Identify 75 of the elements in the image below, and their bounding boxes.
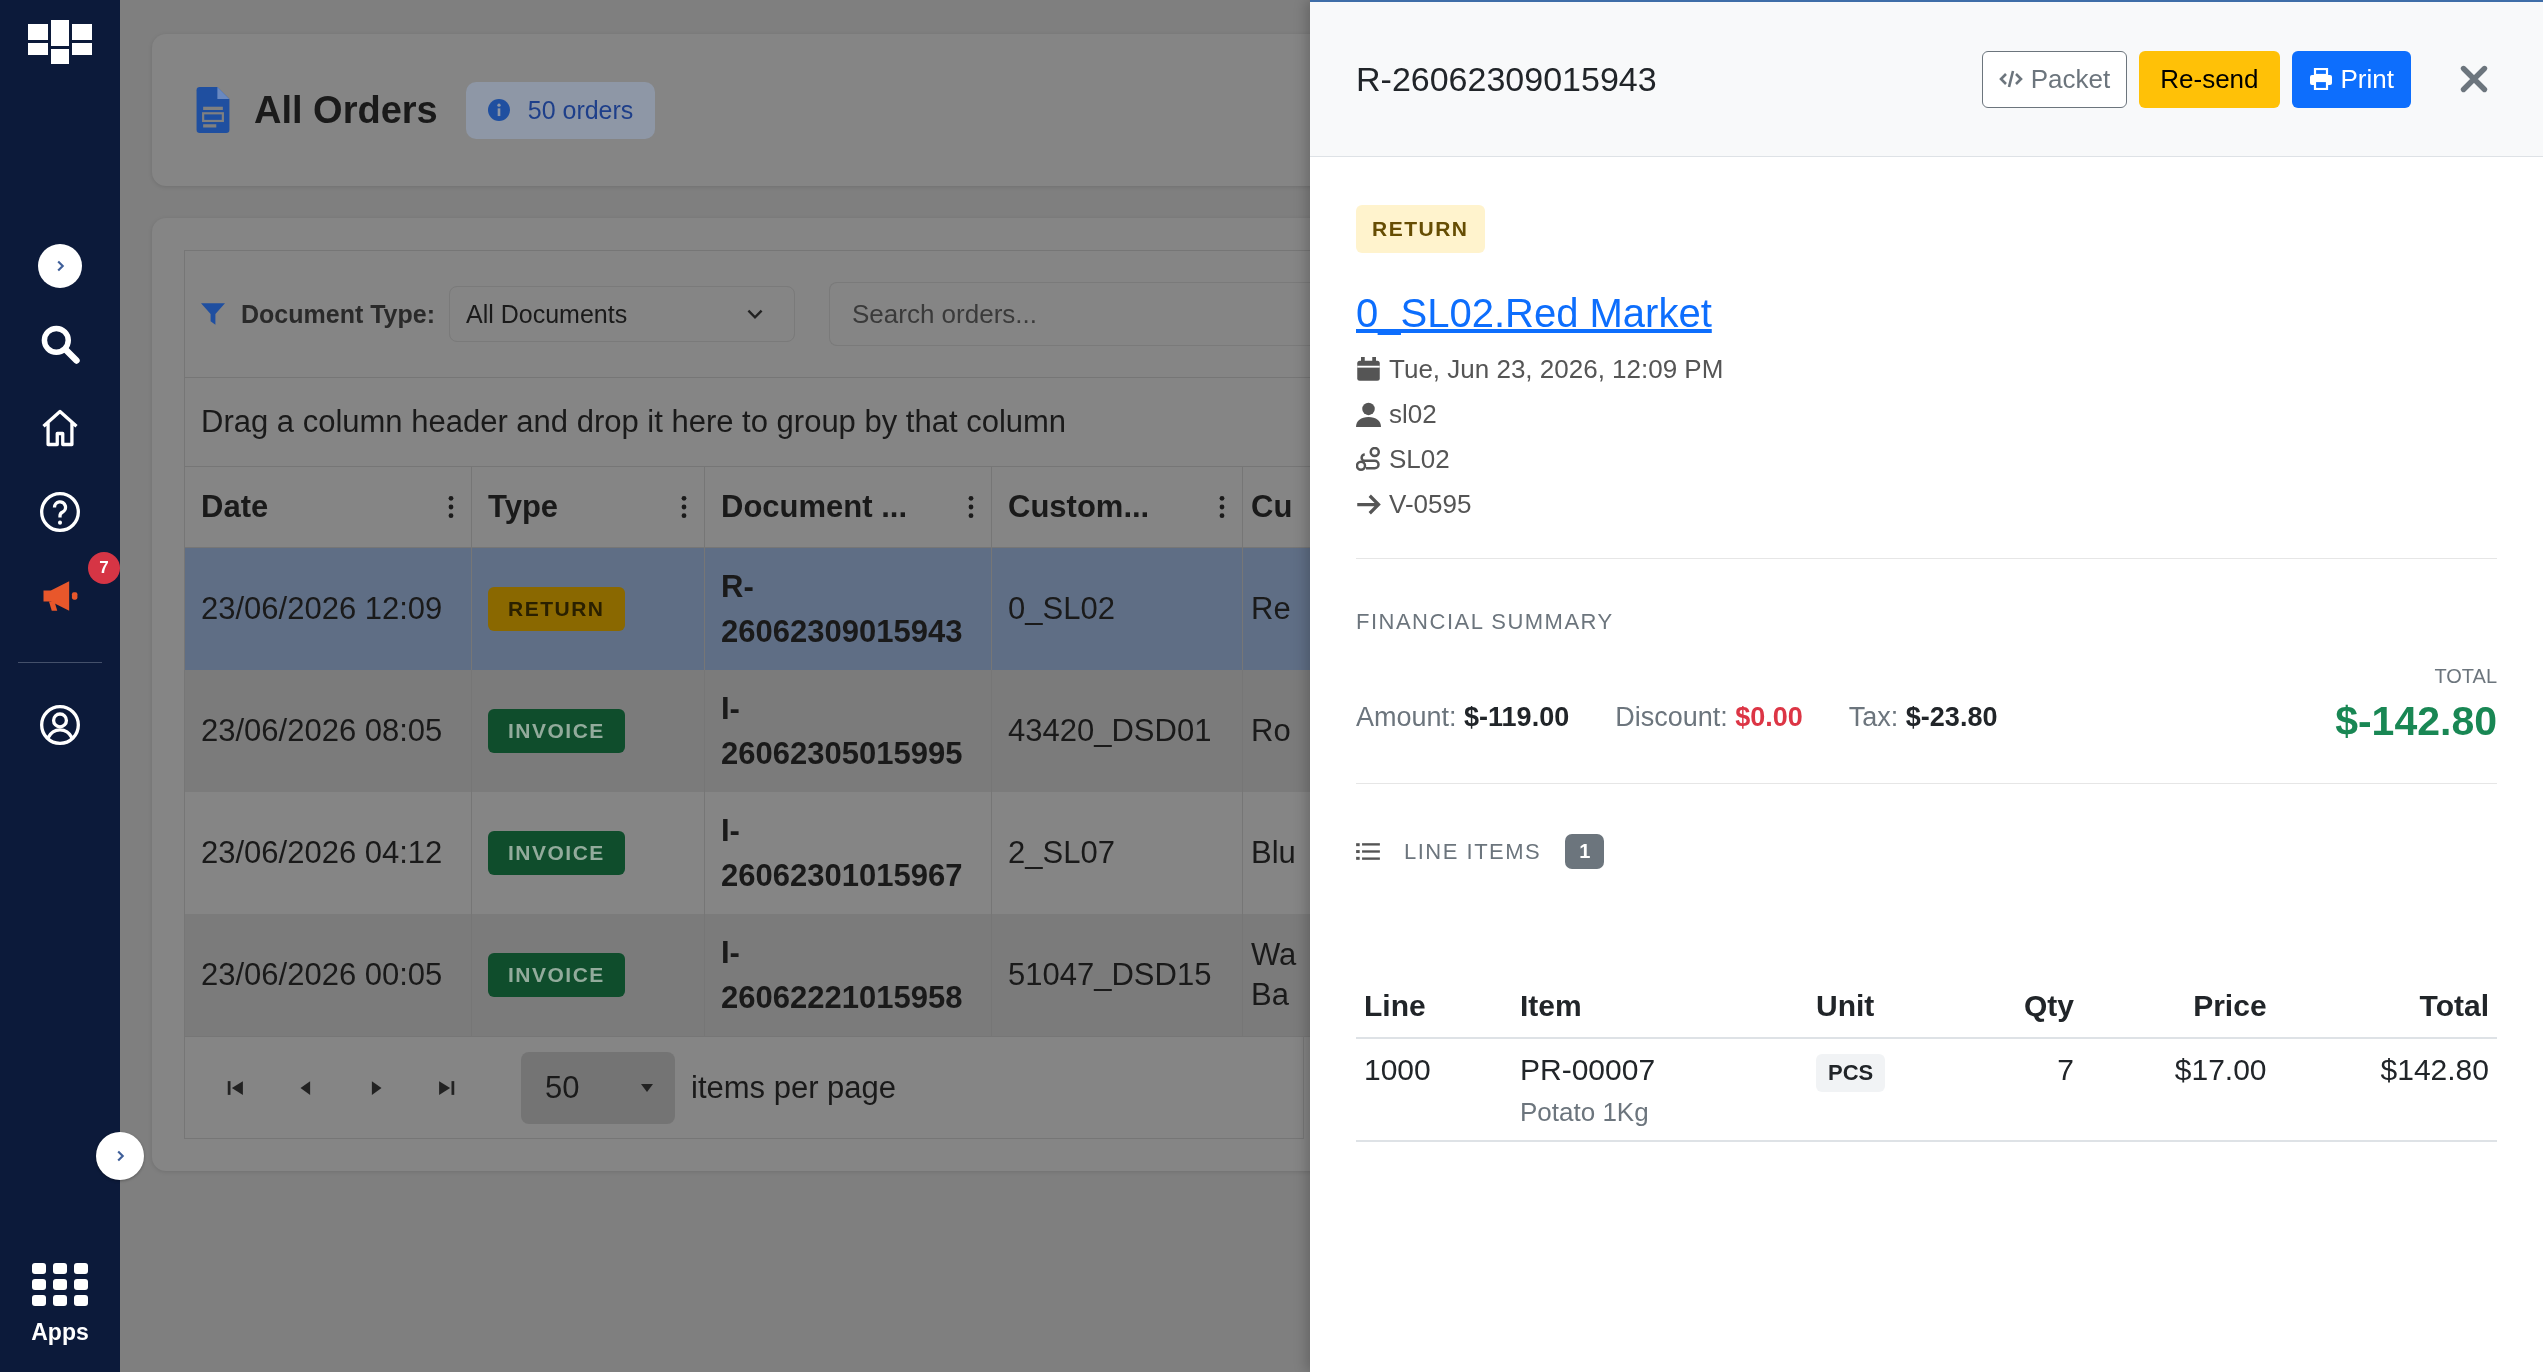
item-description: Potato 1Kg — [1520, 1097, 1650, 1128]
tax-text: Tax: $-23.80 — [1848, 702, 1998, 733]
list-icon — [1356, 842, 1380, 861]
type-badge: INVOICE — [488, 953, 625, 997]
section-title: LINE ITEMS — [1404, 838, 1542, 865]
column-menu-icon[interactable] — [680, 494, 688, 520]
page-title: All Orders — [254, 88, 438, 132]
order-count-badge: 50 orders — [465, 81, 656, 139]
discount-text: Discount: $0.00 — [1615, 702, 1803, 733]
column-menu-icon[interactable] — [447, 494, 455, 520]
apps-label[interactable]: Apps — [31, 1319, 89, 1346]
type-badge: RETURN — [488, 587, 625, 631]
help-icon[interactable] — [38, 490, 82, 534]
user-icon[interactable] — [38, 703, 82, 747]
total-amount: $-142.80 — [2335, 698, 2497, 745]
table-cell: I-26062221015958 — [704, 914, 992, 1037]
filter-label: Document Type: — [241, 299, 435, 329]
order-row[interactable]: 23/06/2026 00:05 INVOICE I-26062221015958 51047_DSD15 Wa Ba — [184, 914, 1310, 1037]
printer-icon — [2308, 68, 2333, 90]
action-button[interactable]: Re-send — [2139, 50, 2280, 108]
search-field[interactable]: Search orders... — [829, 282, 1310, 346]
order-row[interactable]: 23/06/2026 04:12 INVOICE I-26062301015967 2_SL07 Blu — [184, 792, 1310, 914]
table-cell: 23/06/2026 00:05 — [184, 914, 472, 1037]
meta-text: V-0595 — [1389, 489, 1472, 520]
order-row[interactable]: 23/06/2026 12:09 RETURN R-26062309015943 0_SL02 Re — [184, 547, 1310, 670]
route-icon — [1356, 447, 1381, 472]
order-row[interactable]: 23/06/2026 08:05 INVOICE I-26062305015995 43420_DSD01 Ro — [184, 670, 1310, 792]
table-cell: $142.80 — [2274, 1038, 2497, 1141]
column-header[interactable]: Type — [471, 466, 705, 548]
item-code: PR-00007 — [1520, 1053, 1657, 1087]
filter-icon — [201, 302, 225, 326]
close-icon[interactable] — [2459, 64, 2489, 94]
table-cell: 1000 — [1356, 1038, 1512, 1141]
column-header: Total — [2274, 989, 2497, 1038]
count-badge: 1 — [1565, 834, 1605, 869]
document-type-select[interactable]: All Documents — [449, 286, 795, 342]
customer-link[interactable]: 0_SL02.Red Market — [1356, 291, 1712, 336]
notification-badge: 7 — [88, 552, 120, 584]
column-header: Qty — [1964, 989, 2082, 1038]
collapse-toggle-button[interactable] — [96, 1132, 144, 1180]
meta-text: Tue, Jun 23, 2026, 12:09 PM — [1389, 354, 1724, 385]
total-label: TOTAL — [2434, 665, 2497, 688]
page-size-select[interactable]: 50 — [521, 1051, 675, 1124]
expand-button[interactable] — [38, 244, 82, 288]
action-button[interactable]: Packet — [1981, 50, 2128, 108]
column-header[interactable]: Document ... — [704, 466, 992, 548]
table-cell: 7 — [1964, 1038, 2082, 1141]
type-badge: INVOICE — [488, 831, 625, 875]
column-menu-icon[interactable] — [1218, 494, 1226, 520]
column-menu-icon[interactable] — [967, 494, 975, 520]
panel-title: R-26062309015943 — [1356, 59, 1657, 99]
column-header: Unit — [1808, 989, 1964, 1038]
column-header[interactable]: Custom... — [991, 466, 1243, 548]
table-cell: 51047_DSD15 — [991, 914, 1243, 1037]
status-badge: RETURN — [1356, 205, 1485, 253]
column-header: Item — [1512, 989, 1808, 1038]
column-header: Price — [2081, 989, 2275, 1038]
items-per-page-label: items per page — [691, 1069, 897, 1106]
section-title: FINANCIAL SUMMARY — [1356, 609, 1614, 635]
document-icon — [196, 87, 230, 133]
type-badge: INVOICE — [488, 709, 625, 753]
calendar-icon — [1356, 357, 1381, 382]
action-button[interactable]: Print — [2291, 50, 2411, 108]
code-icon — [1998, 69, 2023, 89]
amount-text: Amount: $-119.00 — [1356, 702, 1570, 733]
unit-tag: PCS — [1816, 1054, 1886, 1092]
user-icon — [1356, 402, 1381, 427]
apps-grid-icon[interactable] — [32, 1263, 88, 1307]
column-header[interactable]: Date — [184, 466, 472, 548]
table-cell: $17.00 — [2081, 1038, 2275, 1141]
meta-text: sl02 — [1389, 399, 1437, 430]
logo-icon — [28, 20, 92, 64]
column-header: Line — [1356, 989, 1512, 1038]
meta-text: SL02 — [1389, 444, 1450, 475]
arrow-icon — [1356, 492, 1381, 517]
